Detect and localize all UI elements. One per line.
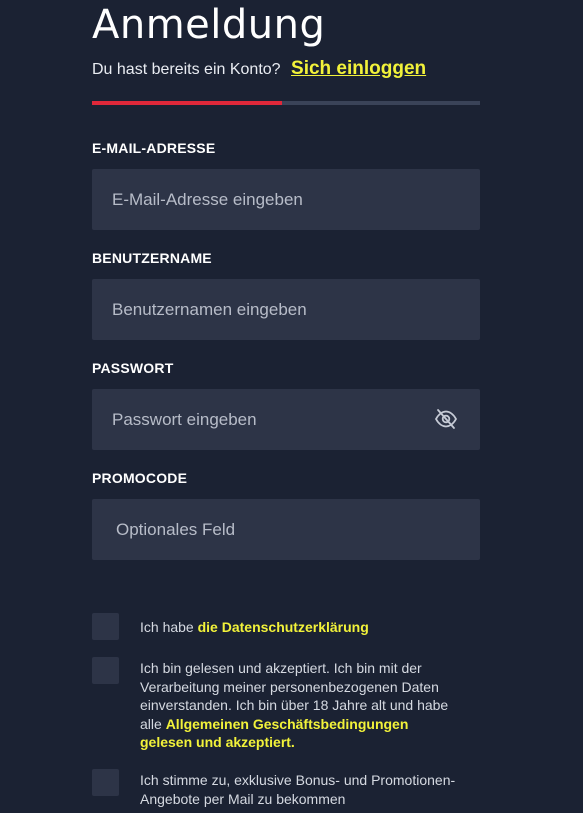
privacy-checkbox[interactable] <box>92 613 119 640</box>
bonus-consent-text: Ich stimme zu, exklusive Bonus- und Prom… <box>140 772 456 807</box>
email-field[interactable] <box>92 169 480 230</box>
privacy-consent-text: Ich habe die Datenschutzerklärung <box>140 618 460 637</box>
step-progress-fill <box>92 101 283 105</box>
username-field-container <box>92 279 480 340</box>
login-prompt: Du hast bereits ein Konto? Sich einlogge… <box>92 58 426 80</box>
eye-slash-icon[interactable] <box>434 408 458 430</box>
password-field[interactable] <box>92 389 480 450</box>
login-link[interactable]: Sich einloggen <box>291 58 426 79</box>
terms-link[interactable]: Allgemeinen Geschäftsbedingungen gelesen… <box>140 716 408 751</box>
password-field-container <box>92 389 480 450</box>
promocode-field-container <box>92 499 480 560</box>
terms-checkbox[interactable] <box>92 657 119 684</box>
privacy-policy-link[interactable]: die Datenschutzerklärung <box>198 619 369 635</box>
promocode-label: PROMOCODE <box>92 470 188 486</box>
username-field[interactable] <box>92 279 480 340</box>
privacy-consent-label: Ich habe <box>140 619 198 635</box>
login-prompt-text: Du hast bereits ein Konto? <box>92 61 281 78</box>
email-label: E-MAIL-ADRESSE <box>92 140 216 156</box>
bonus-checkbox[interactable] <box>92 769 119 796</box>
password-label: PASSWORT <box>92 360 174 376</box>
username-label: BENUTZERNAME <box>92 250 212 266</box>
promocode-field[interactable] <box>92 499 480 560</box>
email-field-container <box>92 169 480 230</box>
step-progress-bar <box>92 101 480 105</box>
page-title: Anmeldung <box>92 2 326 48</box>
terms-consent-text: Ich bin gelesen und akzeptiert. Ich bin … <box>140 659 460 752</box>
